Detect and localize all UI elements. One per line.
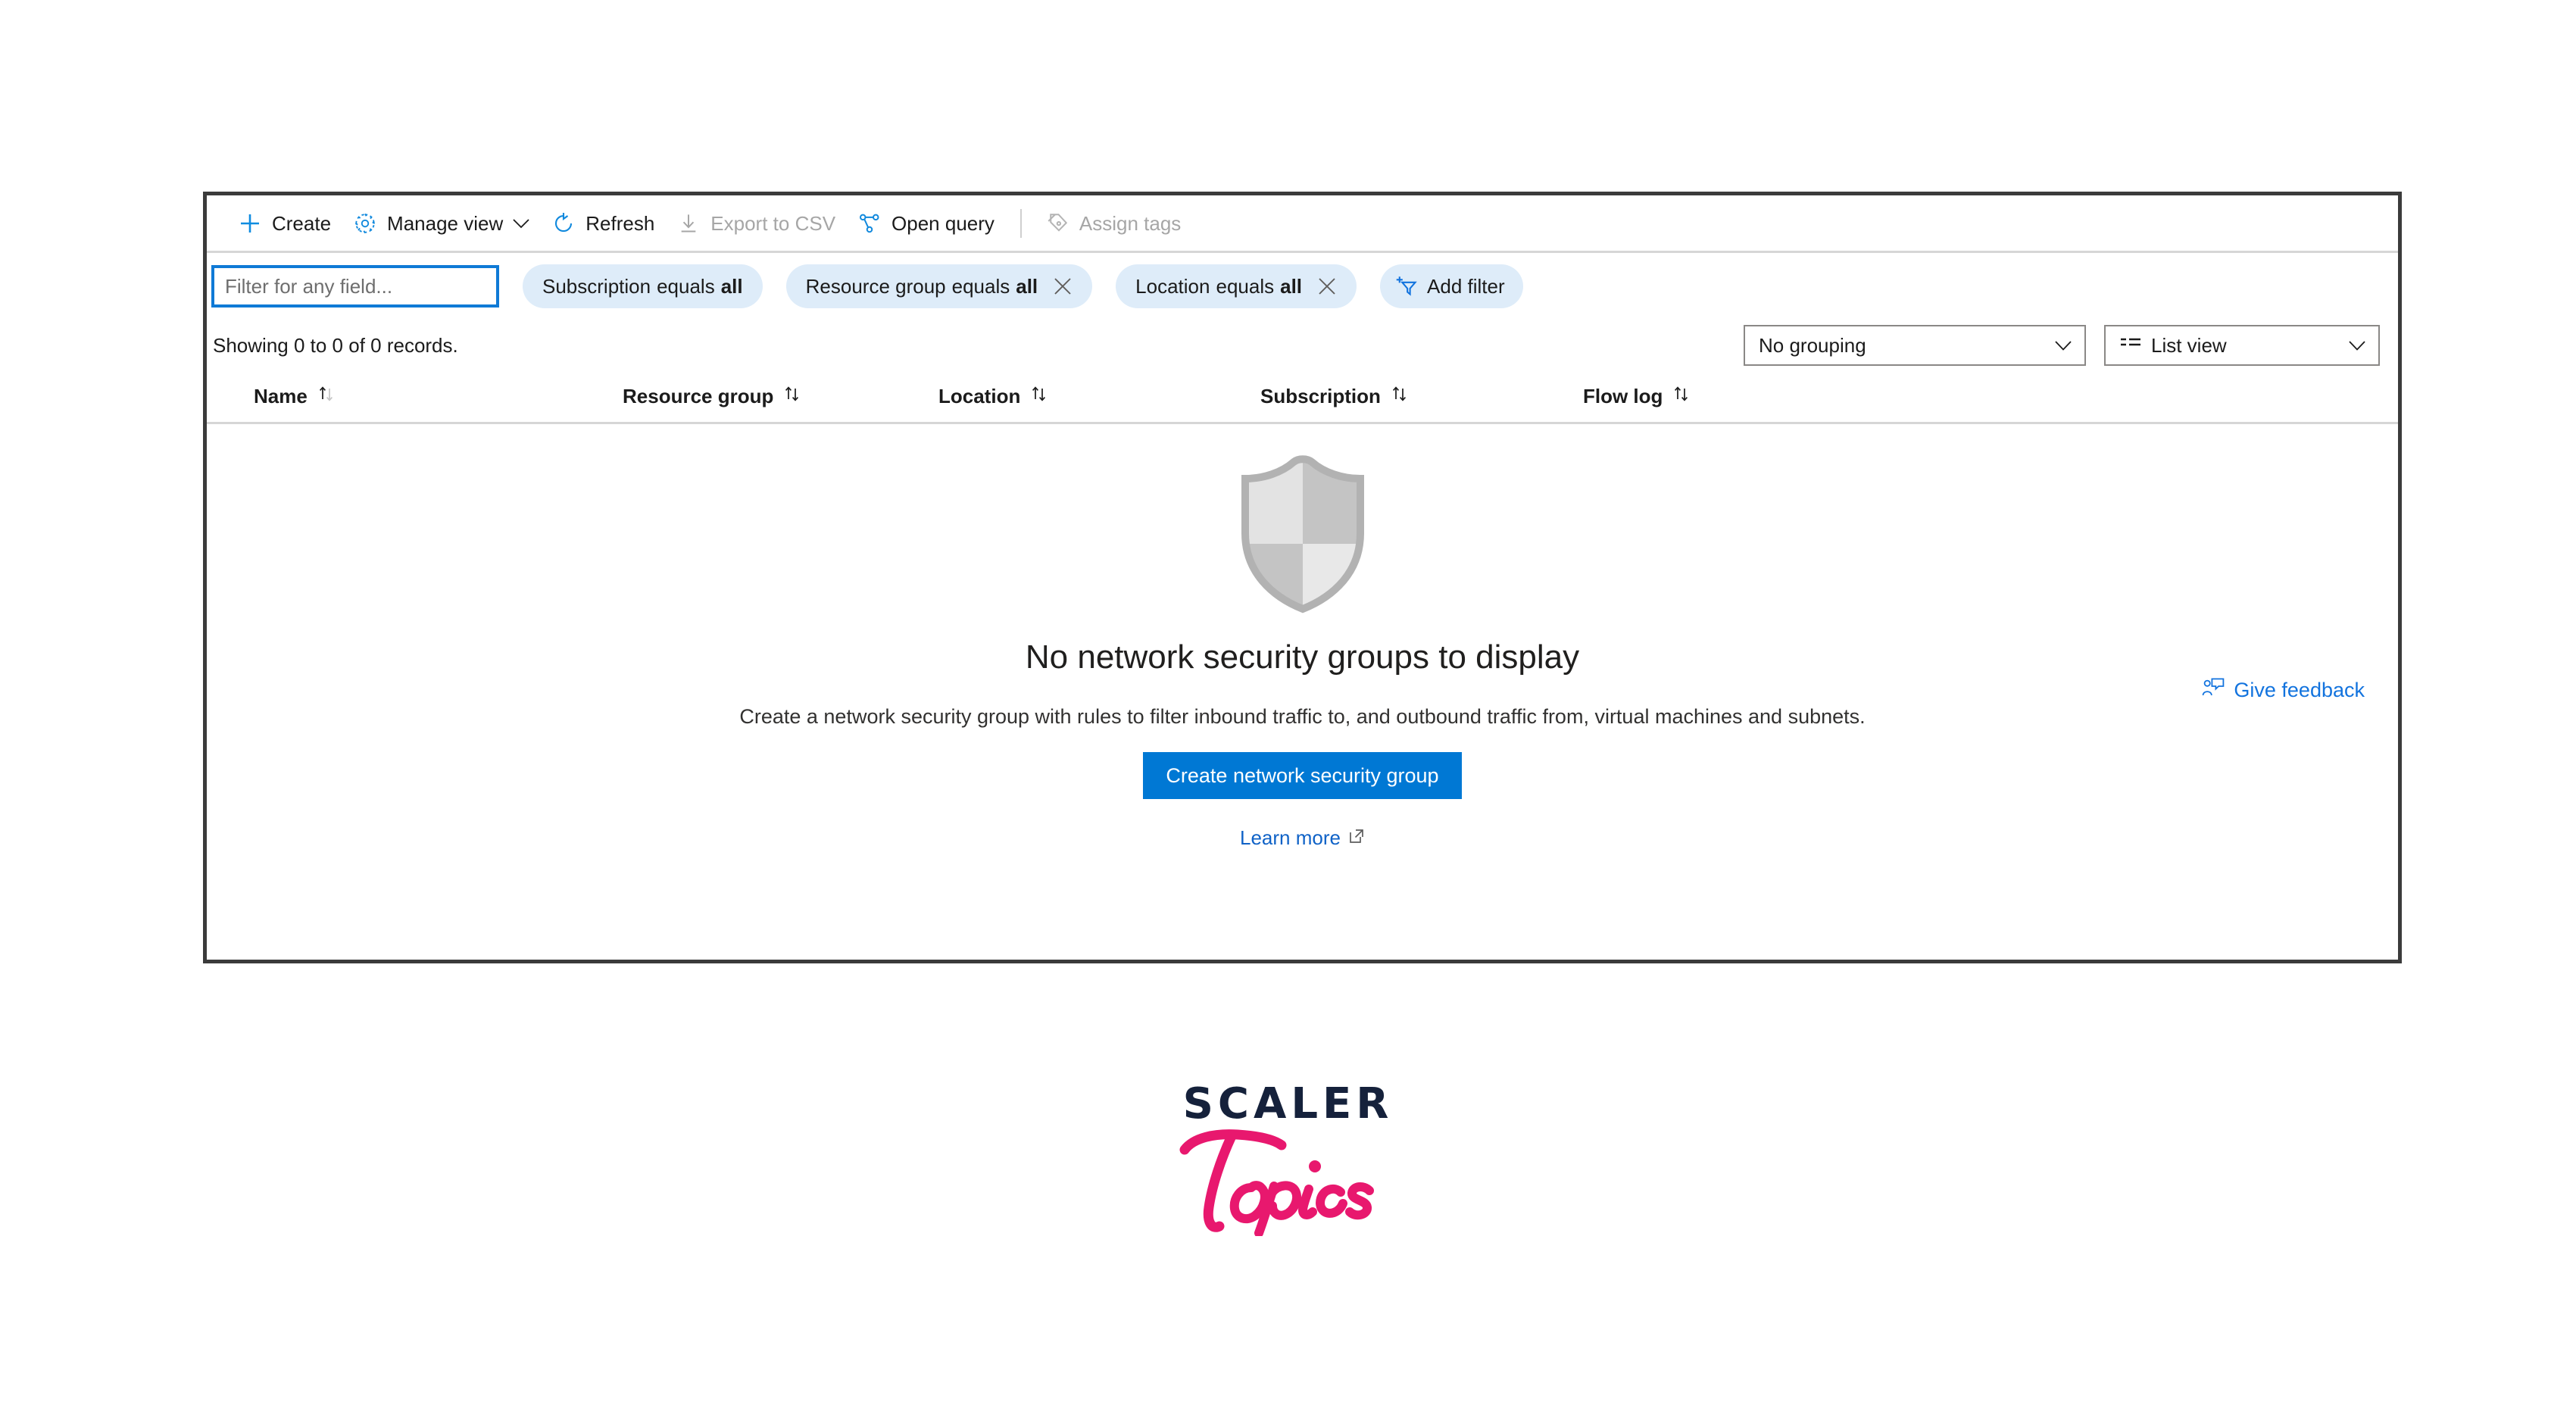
column-header-flow-log-label: Flow log bbox=[1583, 385, 1663, 407]
topics-wordmark bbox=[1179, 1122, 1398, 1239]
command-bar: Create Manage view Refresh Export to CSV… bbox=[207, 195, 2398, 253]
empty-state-title: No network security groups to display bbox=[1025, 638, 1580, 676]
tag-icon bbox=[1044, 211, 1070, 236]
assign-tags-button-label: Assign tags bbox=[1079, 211, 1182, 235]
summary-row: Showing 0 to 0 of 0 records. No grouping bbox=[207, 320, 2398, 371]
open-query-button-label: Open query bbox=[891, 211, 994, 235]
add-filter-icon bbox=[1395, 275, 1418, 298]
chevron-down-icon bbox=[513, 218, 529, 229]
filter-pill-location-field: Location bbox=[1135, 274, 1210, 298]
download-icon bbox=[676, 211, 701, 236]
filter-pill-location[interactable]: Location equals all bbox=[1116, 264, 1357, 308]
column-header-location-label: Location bbox=[938, 385, 1021, 407]
filter-pill-location-operator: equals bbox=[1216, 274, 1275, 298]
empty-state-description: Create a network security group with rul… bbox=[739, 705, 1866, 728]
topics-script-svg bbox=[1179, 1129, 1374, 1238]
empty-state: No network security groups to display Cr… bbox=[207, 424, 2398, 959]
export-to-csv-button[interactable]: Export to CSV bbox=[665, 203, 846, 244]
filter-pill-resource-group[interactable]: Resource group equals all bbox=[785, 264, 1093, 308]
view-select-value: List view bbox=[2151, 333, 2227, 357]
sort-icon bbox=[782, 384, 802, 409]
plus-icon bbox=[237, 211, 263, 236]
grouping-select-value: No grouping bbox=[1759, 333, 1866, 357]
give-feedback-link[interactable]: Give feedback bbox=[2202, 677, 2365, 704]
export-to-csv-button-label: Export to CSV bbox=[710, 211, 836, 235]
filter-pill-subscription-field: Subscription bbox=[542, 274, 651, 298]
external-link-icon bbox=[1348, 826, 1365, 850]
create-network-security-group-button[interactable]: Create network security group bbox=[1143, 752, 1462, 800]
manage-view-button[interactable]: Manage view bbox=[342, 203, 540, 244]
filter-bar: Subscription equals all Resource group e… bbox=[207, 253, 2398, 320]
filter-pill-location-value: all bbox=[1280, 274, 1303, 298]
search-input[interactable] bbox=[214, 268, 496, 304]
create-button[interactable]: Create bbox=[226, 203, 342, 244]
column-header-name[interactable]: Name bbox=[254, 384, 336, 409]
gear-icon bbox=[352, 211, 378, 236]
assign-tags-button[interactable]: Assign tags bbox=[1034, 203, 1191, 244]
view-select-content: List view bbox=[2119, 334, 2227, 357]
filter-pill-resource-group-value: all bbox=[1016, 274, 1038, 298]
column-header-flow-log[interactable]: Flow log bbox=[1583, 384, 1691, 409]
column-header-subscription-label: Subscription bbox=[1260, 385, 1381, 407]
filter-pill-subscription-operator: equals bbox=[657, 274, 715, 298]
column-header-subscription[interactable]: Subscription bbox=[1260, 384, 1410, 409]
view-select[interactable]: List view bbox=[2104, 325, 2380, 366]
summary-controls: No grouping List view bbox=[1744, 325, 2380, 366]
create-button-label: Create bbox=[272, 211, 332, 235]
table-header-row: Name Resource group Location Subscriptio… bbox=[207, 371, 2398, 424]
chevron-down-icon bbox=[2054, 340, 2072, 351]
sort-icon bbox=[317, 384, 336, 409]
give-feedback-label: Give feedback bbox=[2234, 679, 2365, 701]
column-header-resource-group-label: Resource group bbox=[623, 385, 774, 407]
sort-icon bbox=[1029, 384, 1049, 409]
refresh-icon bbox=[551, 211, 576, 236]
command-bar-divider bbox=[1019, 208, 1022, 238]
sort-icon bbox=[1672, 384, 1691, 409]
add-filter-button[interactable]: Add filter bbox=[1380, 264, 1523, 308]
learn-more-link[interactable]: Learn more bbox=[1240, 826, 1365, 850]
query-graph-icon bbox=[857, 211, 882, 236]
learn-more-label: Learn more bbox=[1240, 826, 1341, 850]
refresh-button-label: Refresh bbox=[585, 211, 655, 235]
column-header-resource-group[interactable]: Resource group bbox=[623, 384, 802, 409]
add-filter-label: Add filter bbox=[1427, 274, 1505, 298]
grouping-select[interactable]: No grouping bbox=[1744, 325, 2086, 366]
scaler-wordmark: SCALER bbox=[1182, 1079, 1394, 1129]
column-header-location[interactable]: Location bbox=[938, 384, 1049, 409]
shield-icon bbox=[1236, 454, 1369, 619]
refresh-button[interactable]: Refresh bbox=[540, 203, 665, 244]
filter-pill-resource-group-operator: equals bbox=[951, 274, 1010, 298]
close-icon[interactable] bbox=[1053, 276, 1073, 296]
close-icon[interactable] bbox=[1317, 276, 1337, 296]
manage-view-button-label: Manage view bbox=[387, 211, 504, 235]
list-view-icon bbox=[2119, 334, 2142, 357]
records-count-text: Showing 0 to 0 of 0 records. bbox=[213, 333, 458, 357]
filter-pill-resource-group-field: Resource group bbox=[805, 274, 946, 298]
network-security-groups-panel: Create Manage view Refresh Export to CSV… bbox=[203, 192, 2402, 963]
chevron-down-icon bbox=[2348, 340, 2366, 351]
open-query-button[interactable]: Open query bbox=[846, 203, 1005, 244]
search-input-wrapper[interactable] bbox=[211, 265, 499, 308]
sort-icon bbox=[1390, 384, 1410, 409]
filter-pill-subscription-value: all bbox=[720, 274, 743, 298]
column-header-name-label: Name bbox=[254, 385, 308, 407]
feedback-person-icon bbox=[2202, 677, 2225, 704]
filter-pill-subscription[interactable]: Subscription equals all bbox=[523, 264, 763, 308]
scaler-topics-logo: SCALER bbox=[0, 1083, 2576, 1239]
